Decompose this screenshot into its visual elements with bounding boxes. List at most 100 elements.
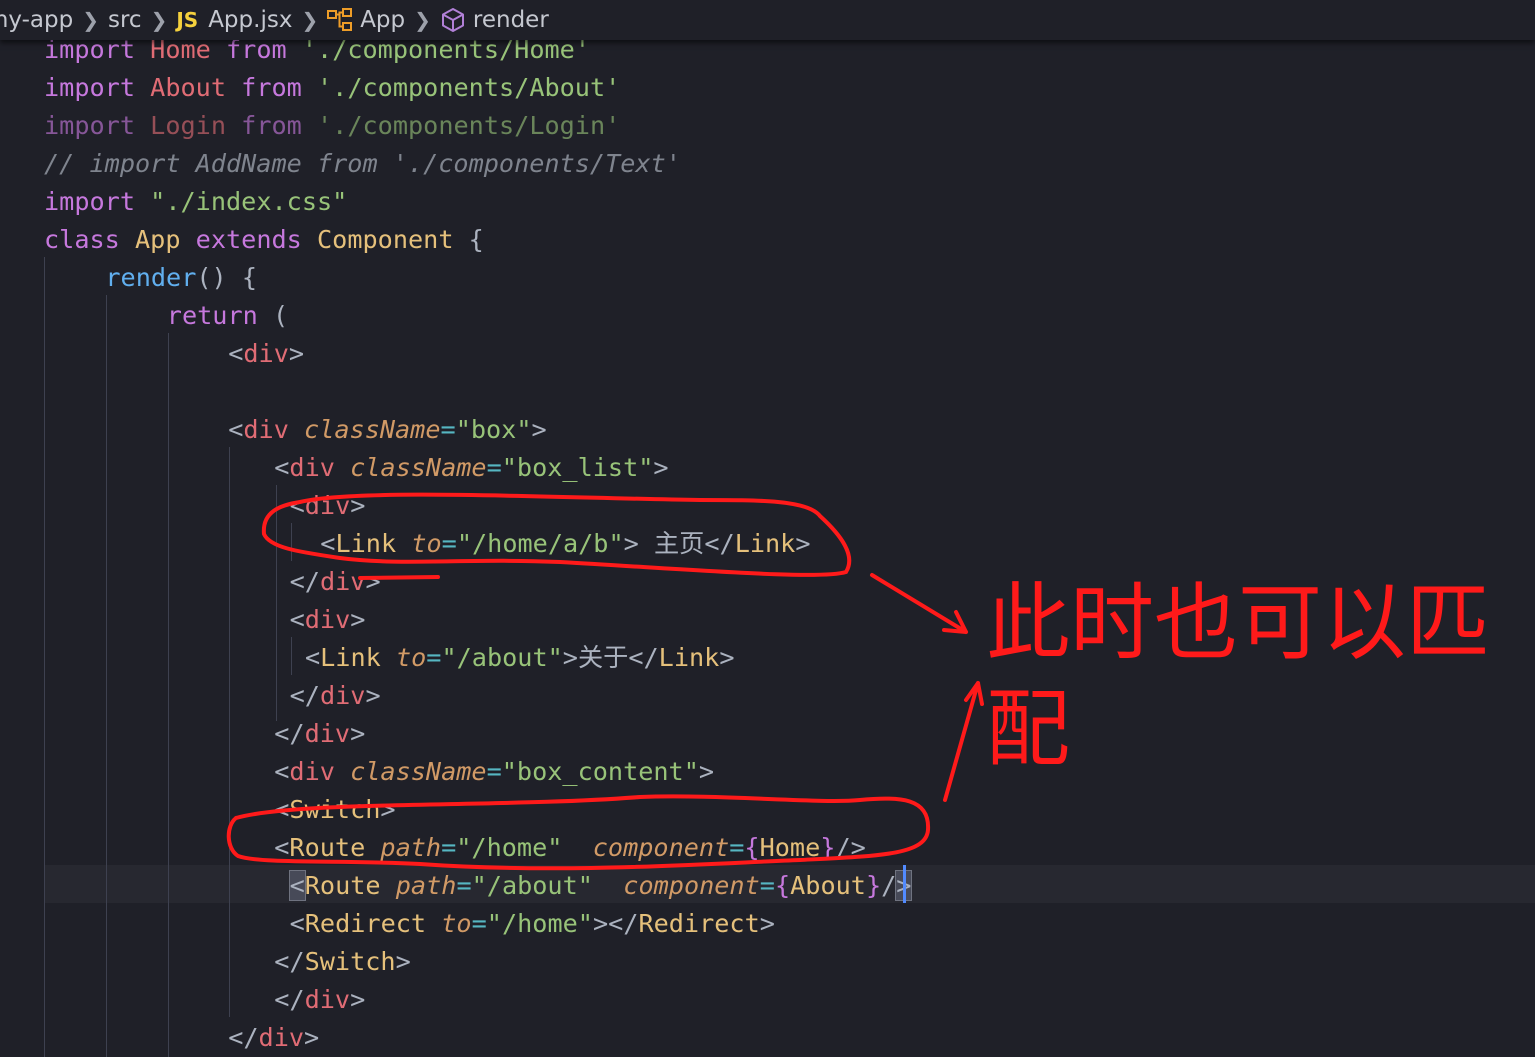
code-token: "/about" bbox=[441, 643, 563, 672]
code-token: "box_content" bbox=[501, 757, 699, 786]
code-token: } bbox=[820, 833, 836, 862]
method-symbol-icon bbox=[440, 7, 466, 33]
annotation-text: 此时也可以匹配 bbox=[986, 574, 1491, 778]
indent-guide bbox=[291, 523, 292, 561]
code-token: < bbox=[228, 339, 244, 368]
code-token: div bbox=[319, 681, 366, 710]
code-token: "/home" bbox=[486, 909, 593, 938]
code-token: </ bbox=[289, 567, 320, 596]
indent-guide bbox=[276, 485, 277, 721]
code-token: </ bbox=[274, 947, 305, 976]
code-token: > bbox=[350, 491, 366, 520]
code-line: </div> bbox=[290, 563, 381, 601]
code-token: > bbox=[380, 795, 396, 824]
code-token: >关于</ bbox=[562, 643, 659, 672]
code-token: "./index.css" bbox=[150, 187, 348, 216]
code-token: // import AddName from './components/Tex… bbox=[44, 149, 681, 178]
code-token: to bbox=[395, 643, 427, 672]
code-token: "/home" bbox=[456, 833, 563, 862]
code-token: from bbox=[241, 111, 302, 140]
code-token: from bbox=[241, 73, 302, 102]
code-line: <div className="box_list"> bbox=[274, 449, 668, 487]
breadcrumb-item-method[interactable]: render bbox=[473, 7, 549, 33]
code-token: Link bbox=[320, 643, 381, 672]
code-token: < bbox=[289, 909, 305, 938]
code-token: () { bbox=[196, 263, 258, 292]
code-token: Switch bbox=[304, 947, 396, 976]
code-token: div bbox=[304, 491, 351, 520]
chevron-right-icon: ❯ bbox=[82, 8, 99, 32]
code-line: <Link to="/home/a/b"> 主页</Link> bbox=[320, 525, 810, 563]
code-line: <Link to="/about">关于</Link> bbox=[305, 639, 735, 677]
code-line: <div className="box"> bbox=[228, 411, 547, 449]
code-editor[interactable]: import Home from './components/Home' impo… bbox=[0, 31, 1535, 1057]
chevron-right-icon: ❯ bbox=[414, 8, 431, 32]
code-token: App bbox=[135, 225, 181, 254]
code-token: = bbox=[729, 833, 745, 862]
code-token: "box_list" bbox=[501, 453, 654, 482]
code-token: div bbox=[289, 757, 335, 786]
code-token: < bbox=[228, 415, 244, 444]
chevron-right-icon: ❯ bbox=[150, 8, 168, 32]
code-token: path bbox=[395, 871, 457, 900]
code-line: <div className="box_content"> bbox=[274, 753, 714, 791]
code-token: div bbox=[304, 985, 351, 1014]
code-token: < bbox=[274, 757, 290, 786]
code-token: = bbox=[441, 833, 457, 862]
code-token: < bbox=[288, 870, 306, 901]
code-token: = bbox=[486, 453, 502, 482]
code-token: to bbox=[411, 529, 442, 558]
code-line: <Redirect to="/home"></Redirect> bbox=[290, 905, 775, 943]
code-line: class App extends Component { bbox=[44, 221, 484, 259]
code-line: // import AddName from './components/Tex… bbox=[44, 145, 681, 183]
javascript-file-icon: JS bbox=[176, 8, 199, 32]
code-token: > bbox=[288, 339, 305, 368]
code-line: <div> bbox=[290, 487, 366, 525]
code-token: "/home/a/b" bbox=[456, 529, 624, 558]
code-token: div bbox=[243, 415, 289, 444]
code-token: './components/About' bbox=[317, 73, 621, 102]
text-cursor bbox=[903, 865, 906, 903]
code-token: > bbox=[304, 1023, 320, 1052]
indent-guide bbox=[44, 257, 45, 1057]
code-token: > bbox=[350, 985, 366, 1014]
code-token: Link bbox=[658, 643, 720, 672]
breadcrumb-item-folder[interactable]: src bbox=[108, 7, 142, 33]
code-token: ></ bbox=[592, 909, 639, 938]
breadcrumb-item-project[interactable]: my-app bbox=[0, 7, 73, 33]
code-token: Redirect bbox=[304, 909, 427, 938]
code-token: to bbox=[441, 909, 472, 938]
code-token: { bbox=[453, 225, 484, 254]
breadcrumb-item-file[interactable]: App.jsx bbox=[208, 7, 292, 33]
code-token: Route bbox=[304, 871, 381, 900]
code-token: component bbox=[592, 833, 730, 862]
indent-guide bbox=[106, 295, 107, 1057]
breadcrumb-item-class[interactable]: App bbox=[360, 7, 405, 33]
code-token: > bbox=[531, 415, 547, 444]
code-token: render bbox=[105, 263, 197, 292]
code-token: Link bbox=[335, 529, 397, 558]
code-token: About bbox=[150, 73, 226, 102]
code-line: </div> bbox=[274, 715, 365, 753]
code-token: Switch bbox=[289, 795, 381, 824]
code-token: './components/Login' bbox=[317, 111, 621, 140]
code-token: About bbox=[790, 871, 866, 900]
code-token: < bbox=[320, 529, 336, 558]
chevron-right-icon: ❯ bbox=[301, 8, 319, 32]
code-token: Home bbox=[759, 833, 821, 862]
code-line: import About from './components/About' bbox=[44, 69, 620, 107]
